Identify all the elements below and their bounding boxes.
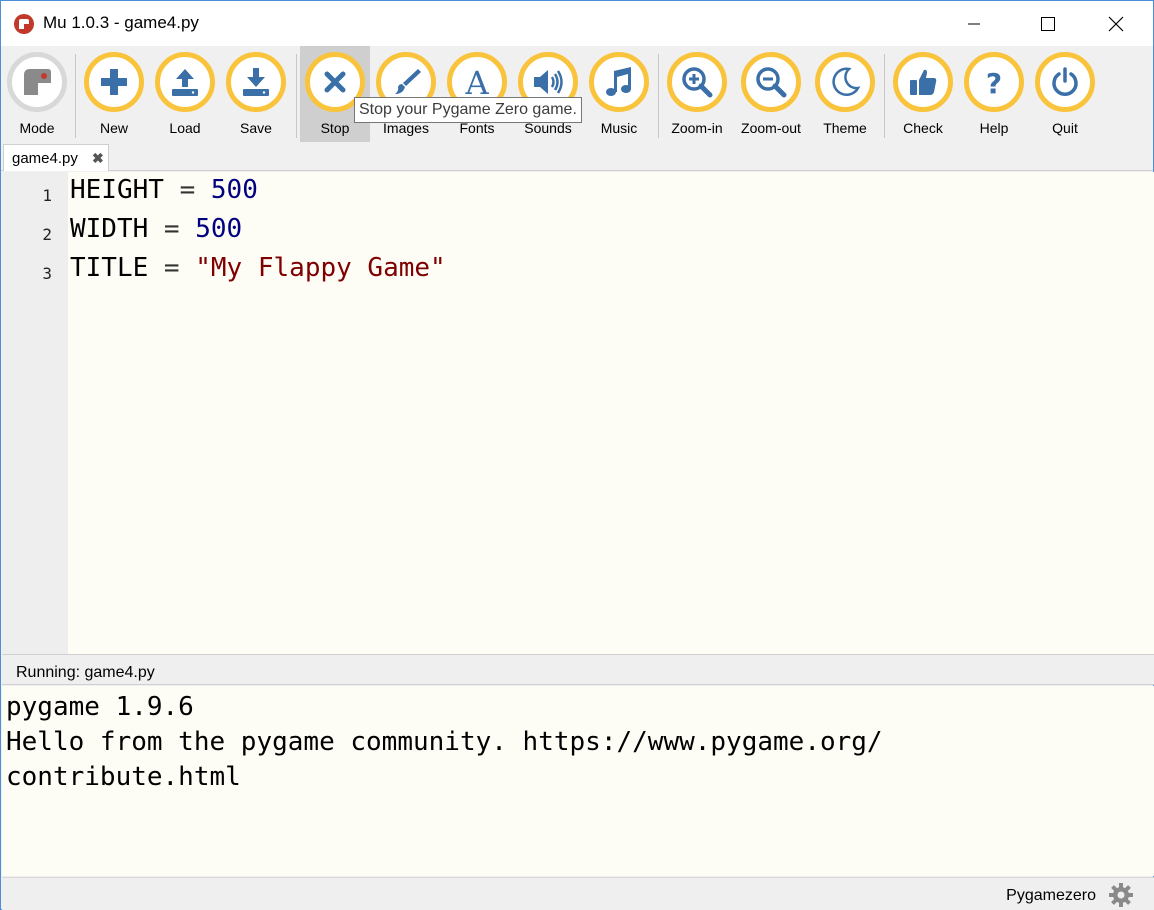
line-number: 3 xyxy=(42,264,52,283)
check-button[interactable]: Check xyxy=(888,46,958,142)
runner-output[interactable]: pygame 1.9.6 Hello from the pygame commu… xyxy=(2,686,1154,876)
zoom-out-label: Zoom-out xyxy=(741,120,801,136)
power-icon xyxy=(1052,67,1078,96)
code-token: = xyxy=(163,175,211,205)
title-bar: Mu 1.0.3 - game4.py xyxy=(1,1,1153,46)
zoom-in-label: Zoom-in xyxy=(671,120,723,136)
new-label: New xyxy=(99,120,128,136)
stop-tooltip: Stop your Pygame Zero game. xyxy=(354,97,582,123)
window-title: Mu 1.0.3 - game4.py xyxy=(43,13,199,32)
code-line: HEIGHT = 500 xyxy=(70,175,258,205)
quit-button[interactable]: Quit xyxy=(1030,46,1100,142)
svg-text:?: ? xyxy=(986,67,1002,98)
theme-button[interactable]: Theme xyxy=(810,46,880,142)
toolbar-separator xyxy=(658,54,659,138)
minimize-button[interactable] xyxy=(951,1,997,46)
zoom-in-icon xyxy=(682,67,713,98)
code-token: "My Flappy Game" xyxy=(195,253,446,283)
tab-label: game4.py xyxy=(12,150,78,167)
zoom-in-button[interactable]: Zoom-in xyxy=(662,46,732,142)
zoom-out-button[interactable]: Zoom-out xyxy=(736,46,806,142)
toolbar: Mode New Load Save Stop Images A Fonts S… xyxy=(1,46,1153,144)
close-icon xyxy=(1108,16,1124,31)
zoom-out-icon xyxy=(756,67,787,98)
close-window-button[interactable] xyxy=(1093,1,1139,46)
fonts-button[interactable]: A Fonts xyxy=(442,46,512,142)
toolbar-separator xyxy=(75,54,76,138)
check-label: Check xyxy=(903,120,943,136)
code-line: TITLE = "My Flappy Game" xyxy=(70,253,446,283)
plus-icon xyxy=(101,69,127,95)
tab-close-icon[interactable]: ✖ xyxy=(92,150,104,167)
images-button[interactable]: Images xyxy=(371,46,441,142)
music-button[interactable]: Music xyxy=(584,46,654,142)
code-token: TITLE xyxy=(70,253,149,283)
load-button[interactable]: Load xyxy=(150,46,220,142)
minimize-icon xyxy=(968,23,980,24)
output-line: pygame 1.9.6 xyxy=(6,692,194,722)
music-note-icon xyxy=(606,67,631,96)
close-x-icon xyxy=(324,71,346,93)
line-number: 2 xyxy=(42,225,52,244)
svg-text:A: A xyxy=(464,66,489,98)
theme-label: Theme xyxy=(823,120,867,136)
code-line: WIDTH = 500 xyxy=(70,214,242,244)
moon-icon xyxy=(832,67,861,97)
font-icon: A xyxy=(464,66,489,98)
upload-icon xyxy=(172,69,198,96)
output-line: Hello from the pygame community. https:/… xyxy=(6,727,883,757)
tab-game4[interactable]: game4.py ✖ xyxy=(3,144,109,171)
code-editor[interactable]: 1 2 3 HEIGHT = 500 WIDTH = 500 TITLE = "… xyxy=(2,172,1154,654)
save-label: Save xyxy=(240,120,272,136)
status-mode-label[interactable]: Pygamezero xyxy=(1006,887,1096,905)
mode-label: Mode xyxy=(19,120,55,136)
toolbar-separator xyxy=(296,54,297,138)
brush-icon xyxy=(395,69,421,94)
mode-button[interactable]: Mode xyxy=(2,46,72,142)
help-label: Help xyxy=(979,120,1009,136)
code-token: = xyxy=(148,253,196,283)
runner-panel-header: Running: game4.py xyxy=(2,654,1154,685)
save-button[interactable]: Save xyxy=(221,46,291,142)
load-label: Load xyxy=(169,120,201,136)
status-bar: Pygamezero xyxy=(2,877,1154,910)
output-line: contribute.html xyxy=(6,762,241,792)
new-button[interactable]: New xyxy=(79,46,149,142)
download-icon xyxy=(243,68,269,96)
help-button[interactable]: ? Help xyxy=(959,46,1029,142)
maximize-button[interactable] xyxy=(1025,1,1071,46)
sounds-button[interactable]: Sounds xyxy=(513,46,583,142)
thumbs-up-icon xyxy=(910,69,937,95)
music-label: Music xyxy=(600,120,638,136)
speaker-icon xyxy=(534,70,563,94)
gear-icon[interactable] xyxy=(1108,882,1134,908)
mu-app-icon xyxy=(14,14,34,34)
code-token: 500 xyxy=(210,175,258,205)
stop-button[interactable]: Stop xyxy=(300,46,370,142)
code-token: = xyxy=(148,214,196,244)
quit-label: Quit xyxy=(1052,120,1078,136)
maximize-icon xyxy=(1041,16,1055,31)
tab-bar: game4.py ✖ xyxy=(1,144,1153,171)
question-icon: ? xyxy=(986,67,1002,98)
code-token: 500 xyxy=(195,214,243,244)
mu-editor-window: Mu 1.0.3 - game4.py Mode New Load Save S… xyxy=(0,0,1154,910)
mode-icon xyxy=(24,69,51,95)
code-token: HEIGHT xyxy=(70,175,164,205)
code-token: WIDTH xyxy=(70,214,149,244)
toolbar-separator xyxy=(884,54,885,138)
runner-title: Running: game4.py xyxy=(16,664,155,681)
line-number: 1 xyxy=(42,186,52,205)
line-number-gutter: 1 2 3 xyxy=(2,172,68,654)
